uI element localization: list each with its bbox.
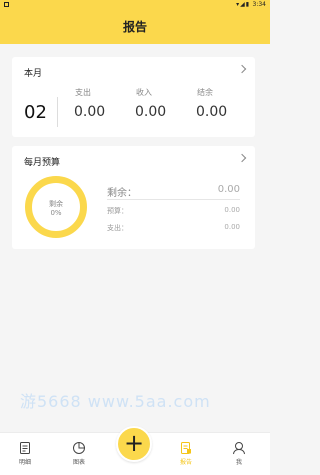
- expense-label: 支出: [75, 88, 91, 97]
- chevron-right-icon[interactable]: [237, 64, 247, 74]
- income-label: 收入: [136, 88, 152, 97]
- status-bar: ▾◢▮ 3:34: [0, 0, 270, 10]
- tab-details[interactable]: 明细: [8, 441, 42, 466]
- balance-label: 结余: [197, 88, 213, 97]
- budget-expense-label: 支出：: [107, 224, 128, 232]
- tab-label: 报告: [179, 459, 192, 466]
- user-icon: [233, 442, 245, 455]
- tab-label: 我: [235, 459, 242, 466]
- remaining-label: 剩余：: [107, 188, 137, 199]
- month-number: 02: [24, 102, 47, 123]
- budget-value: 0.00: [224, 206, 240, 214]
- budget-expense-value: 0.00: [224, 223, 240, 231]
- status-time: 3:34: [252, 1, 266, 8]
- ring-label: 剩余: [49, 200, 63, 208]
- income-value: 0.00: [135, 104, 167, 120]
- add-record-button[interactable]: +: [116, 426, 152, 462]
- page-title: 报告: [122, 20, 147, 34]
- tab-label: 明细: [18, 459, 31, 466]
- expense-value: 0.00: [74, 104, 106, 120]
- month-summary-card[interactable]: 本月 02 支出 0.00 收入 0.00 结余 0.00: [12, 57, 255, 137]
- divider: [57, 97, 58, 127]
- details-icon: [20, 442, 30, 454]
- chevron-right-icon[interactable]: [237, 153, 247, 163]
- app-header: 报告: [0, 10, 270, 44]
- signal-battery-icons: ▾◢▮: [236, 1, 250, 8]
- budget-card-title: 每月预算: [24, 158, 61, 168]
- ring-percent: 0%: [50, 209, 62, 217]
- balance-value: 0.00: [196, 104, 228, 120]
- tab-label: 图表: [72, 459, 85, 466]
- notification-icon: [4, 2, 9, 7]
- remaining-value: 0.00: [217, 184, 240, 195]
- report-icon: [181, 442, 191, 454]
- budget-card[interactable]: 每月预算 剩余 0% 剩余： 0.00 预算： 0.00 支出： 0.00: [12, 146, 255, 249]
- tab-report[interactable]: 报告: [169, 441, 203, 466]
- month-card-title: 本月: [24, 69, 43, 79]
- tab-charts[interactable]: 图表: [62, 441, 96, 466]
- watermark: 游5668 www.5aa.com: [20, 392, 211, 411]
- tab-me[interactable]: 我: [222, 441, 256, 466]
- pie-chart-icon: [73, 442, 85, 454]
- divider: [107, 199, 240, 200]
- budget-label: 预算：: [107, 207, 128, 215]
